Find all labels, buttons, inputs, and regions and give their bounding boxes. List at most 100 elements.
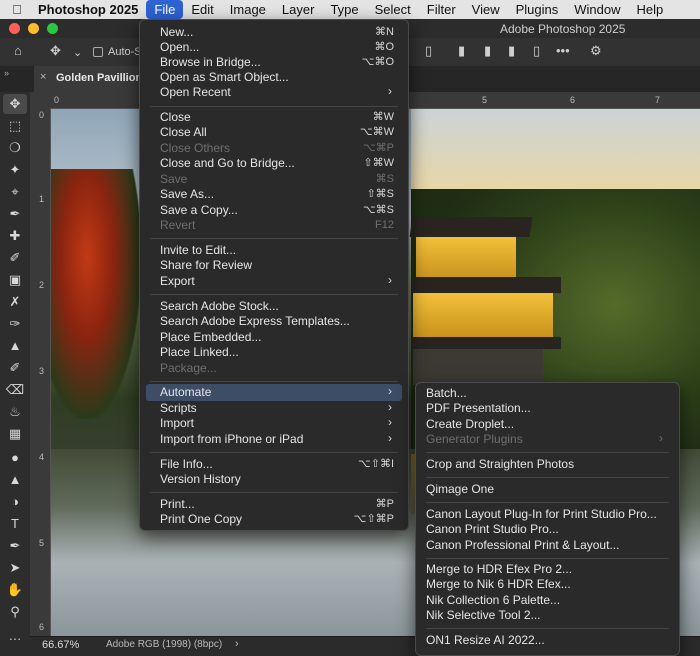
menu-image[interactable]: Image [222,0,274,19]
menu-item-new[interactable]: New... ⌘N [146,25,402,40]
menu-type[interactable]: Type [322,0,366,19]
auto-select-checkbox[interactable] [93,47,103,57]
menu-item-share-for-review[interactable]: Share for Review [146,258,402,273]
menu-edit[interactable]: Edit [183,0,221,19]
menu-item-open[interactable]: Open... ⌘O [146,40,402,55]
menu-item-revert: Revert F12 [160,218,394,232]
chevron-down-icon[interactable]: ⌄ [73,46,82,59]
crop-tool-icon[interactable]: ⌖ [3,182,27,202]
menu-item-print[interactable]: Print... ⌘P [146,497,402,512]
gear-icon[interactable]: ⚙ [590,43,602,59]
align-left-icon[interactable]: ▯ [425,43,432,59]
menu-item-import-from-iphone[interactable]: Import from iPhone or iPad › [146,431,402,447]
magic-wand-tool-icon[interactable]: ✦ [3,160,27,180]
menu-item-import[interactable]: Import › [146,415,402,431]
marquee-tool-icon[interactable]: ⬚ [3,116,27,136]
menu-item-print-one-copy[interactable]: Print One Copy ⌥⇧⌘P [146,512,402,527]
menu-item-nik-selective-tool[interactable]: Nik Selective Tool 2... [422,608,673,623]
menu-window[interactable]: Window [566,0,628,19]
history-brush-tool-icon[interactable]: ✗ [3,292,27,312]
menu-view[interactable]: View [464,0,508,19]
menu-item-invite-to-edit[interactable]: Invite to Edit... [146,243,402,258]
menu-item-close-and-go-to-bridge[interactable]: Close and Go to Bridge... ⇧⌘W [146,156,402,171]
menu-help[interactable]: Help [629,0,672,19]
path-selection-tool-icon[interactable]: ➤ [3,558,27,578]
more-tools-icon[interactable]: … [3,626,27,646]
menu-item-close[interactable]: Close ⌘W [146,110,402,125]
menu-item-nik-collection-palette[interactable]: Nik Collection 6 Palette... [422,593,673,608]
align-top-icon[interactable]: ▮ [458,43,465,59]
menu-item-on1-resize-ai[interactable]: ON1 Resize AI 2022... [422,633,673,648]
vertical-ruler: 0 1 2 3 4 5 6 [30,108,51,638]
zoom-window-button[interactable] [47,23,58,34]
gradient-tool-icon[interactable]: ▦ [3,424,27,444]
menu-item-scripts[interactable]: Scripts › [146,400,402,416]
distribute-icon[interactable]: ▯ [533,43,540,59]
menu-item-open-as-smart-object[interactable]: Open as Smart Object... [146,70,402,85]
stamp-tool-icon[interactable]: ▲ [3,336,27,356]
menu-item-canon-print-studio-pro[interactable]: Canon Print Studio Pro... [422,522,673,537]
menu-item-close-all[interactable]: Close All ⌥⌘W [146,125,402,140]
menu-item-crop-and-straighten[interactable]: Crop and Straighten Photos [422,457,673,472]
menu-item-place-embedded[interactable]: Place Embedded... [146,330,402,345]
eyedropper-tool-icon[interactable]: ✒ [3,204,27,224]
menu-item-search-adobe-stock[interactable]: Search Adobe Stock... [146,299,402,314]
hand-tool-icon[interactable]: ✋ [3,580,27,600]
menu-item-search-express-templates[interactable]: Search Adobe Express Templates... [146,314,402,329]
menu-item-open-recent[interactable]: Open Recent › [146,84,402,100]
menu-select[interactable]: Select [367,0,419,19]
menu-item-export[interactable]: Export › [146,273,402,289]
minimize-window-button[interactable] [28,23,39,34]
menu-item-save-a-copy[interactable]: Save a Copy... ⌥⌘S [146,203,402,218]
menu-item-place-linked[interactable]: Place Linked... [146,345,402,360]
menu-item-canon-professional-print[interactable]: Canon Professional Print & Layout... [422,538,673,553]
blur-tool-icon[interactable]: ● [3,448,27,468]
menu-item-merge-hdr-efex-pro-2[interactable]: Merge to HDR Efex Pro 2... [422,562,673,577]
menu-file[interactable]: File [146,0,184,19]
close-icon[interactable]: × [40,71,46,83]
menu-divider [150,238,398,239]
document-tab[interactable]: × Golden Pavillion [34,66,144,92]
menu-item-batch[interactable]: Batch... [422,386,673,401]
path-pen-icon[interactable]: ✒ [3,536,27,556]
menu-item-version-history[interactable]: Version History [146,472,402,487]
paint-bucket-tool-icon[interactable]: ♨ [3,402,27,422]
app-menu[interactable]: Photoshop 2025 [34,0,146,19]
menu-plugins[interactable]: Plugins [508,0,567,19]
brush-tool-icon[interactable]: ✐ [3,248,27,268]
menu-item-file-info[interactable]: File Info... ⌥⇧⌘I [146,457,402,472]
eraser-tool-icon[interactable]: ⌫ [3,380,27,400]
clone-stamp-tool-icon[interactable]: ▣ [3,270,27,290]
paint-brush-icon[interactable]: ✑ [3,314,27,334]
move-tool-icon[interactable]: ✥ [3,94,27,114]
pen-tool-icon[interactable]: ✐ [3,358,27,378]
menu-layer[interactable]: Layer [274,0,323,19]
healing-brush-tool-icon[interactable]: ✚ [3,226,27,246]
apple-icon[interactable]:  [0,2,34,17]
menu-item-pdf-presentation[interactable]: PDF Presentation... [422,401,673,416]
type-tool-icon[interactable]: T [3,514,27,534]
menu-divider [426,477,669,478]
align-vcenter-icon[interactable]: ▮ [484,43,491,59]
zoom-level[interactable]: 66.67% [42,639,79,651]
home-icon[interactable]: ⌂ [14,43,22,58]
menu-item-automate[interactable]: Automate › [146,384,402,401]
align-bottom-icon[interactable]: ▮ [508,43,515,59]
burn-tool-icon[interactable]: ◑ [3,492,27,512]
menu-item-qimage-one[interactable]: Qimage One [422,482,673,497]
lasso-tool-icon[interactable]: ❍ [3,138,27,158]
menu-item-canon-layout-plugin[interactable]: Canon Layout Plug-In for Print Studio Pr… [422,507,673,522]
menu-item-save-as[interactable]: Save As... ⇧⌘S [146,187,402,202]
ruler-tick: 7 [655,95,661,105]
collapse-panels-icon[interactable]: » [4,68,9,78]
menu-item-create-droplet[interactable]: Create Droplet... [422,417,673,432]
menu-item-merge-nik-6-hdr-efex[interactable]: Merge to Nik 6 HDR Efex... [422,577,673,592]
zoom-tool-icon[interactable]: ⚲ [3,602,27,622]
menu-filter[interactable]: Filter [419,0,464,19]
menu-item-browse-in-bridge[interactable]: Browse in Bridge... ⌥⌘O [146,55,402,70]
dodge-tool-icon[interactable]: ▲ [3,470,27,490]
move-tool-icon[interactable]: ✥ [50,43,61,59]
close-window-button[interactable] [9,23,20,34]
status-menu-arrow[interactable]: › [235,638,239,650]
more-options-button[interactable]: ••• [556,43,570,58]
